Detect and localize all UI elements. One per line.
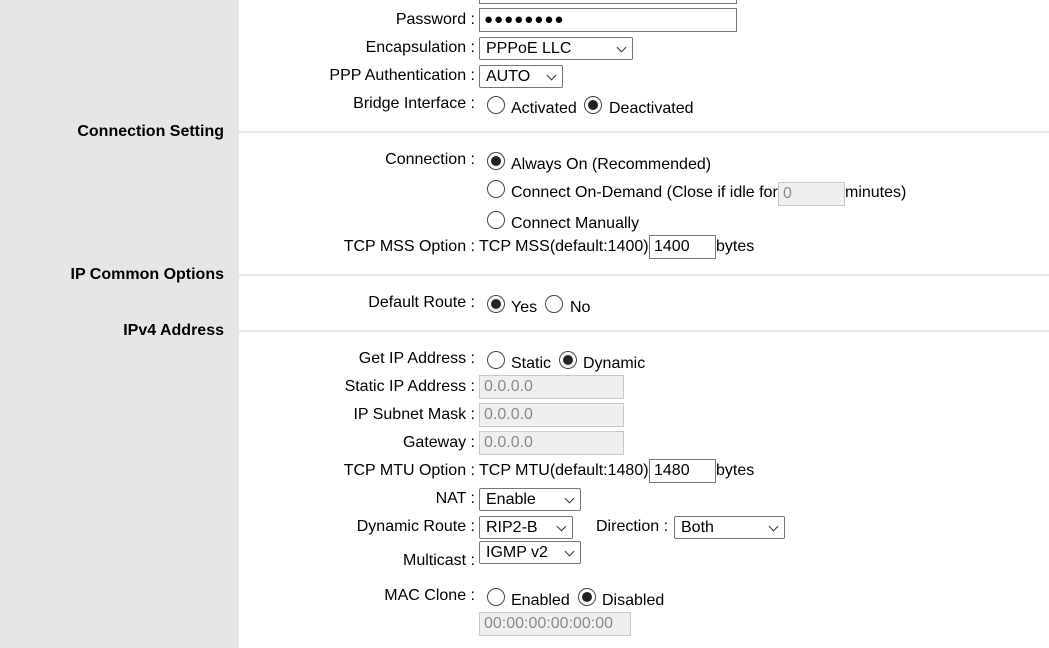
subnet-mask-label: IP Subnet Mask :: [353, 406, 475, 423]
clipped-input[interactable]: [479, 0, 737, 4]
direction-value: Both: [681, 519, 714, 536]
get-ip-dynamic-label: Dynamic: [583, 355, 646, 372]
get-ip-dynamic-radio[interactable]: [559, 351, 577, 369]
get-ip-static-radio[interactable]: [487, 351, 505, 369]
chevron-down-icon: [768, 521, 779, 532]
tcp-mtu-input[interactable]: 1480: [649, 459, 716, 483]
mac-address-input[interactable]: 00:00:00:00:00:00: [479, 612, 631, 636]
dynamic-route-label: Dynamic Route :: [356, 518, 475, 535]
ppp-auth-select[interactable]: AUTO: [479, 65, 563, 88]
static-ip-input[interactable]: 0.0.0.0: [479, 375, 624, 399]
bridge-deactivated-radio[interactable]: [584, 96, 602, 114]
chevron-down-icon: [564, 546, 575, 557]
always-on-radio[interactable]: [487, 152, 505, 170]
default-route-yes-label: Yes: [511, 299, 538, 316]
tcp-mtu-unit: bytes: [716, 462, 755, 479]
default-route-label: Default Route :: [368, 294, 475, 311]
default-route-no-radio[interactable]: [545, 295, 563, 313]
gateway-input[interactable]: 0.0.0.0: [479, 431, 624, 455]
tcp-mss-unit: bytes: [716, 238, 755, 255]
on-demand-label: Connect On-Demand (Close if idle for: [511, 184, 778, 201]
connection-setting-title: Connection Setting: [77, 123, 224, 140]
static-ip-label: Static IP Address :: [344, 378, 475, 395]
minutes-label: minutes): [845, 184, 907, 201]
multicast-label: Multicast :: [402, 552, 475, 569]
default-route-no-label: No: [570, 299, 591, 316]
mac-clone-label: MAC Clone :: [384, 587, 475, 604]
bridge-label: Bridge Interface :: [353, 95, 475, 112]
ppp-auth-value: AUTO: [486, 68, 531, 85]
divider: [239, 330, 1049, 332]
connect-manually-radio[interactable]: [487, 211, 505, 229]
chevron-down-icon: [546, 70, 557, 81]
on-demand-radio[interactable]: [487, 180, 505, 198]
default-route-yes-radio[interactable]: [487, 295, 505, 313]
chevron-down-icon: [556, 521, 567, 532]
mac-clone-disabled-radio[interactable]: [578, 588, 596, 606]
password-input[interactable]: ●●●●●●●●: [479, 8, 737, 32]
idle-minutes-input[interactable]: 0: [778, 182, 845, 206]
tcp-mss-label: TCP MSS Option :: [343, 238, 475, 255]
ip-common-title: IP Common Options: [70, 266, 224, 283]
password-label: Password :: [395, 11, 475, 28]
subnet-mask-input[interactable]: 0.0.0.0: [479, 403, 624, 427]
dynamic-route-select[interactable]: RIP2-B: [479, 516, 573, 539]
mac-clone-enabled-label: Enabled: [511, 592, 570, 609]
bridge-activated-label: Activated: [511, 100, 577, 117]
nat-label: NAT :: [435, 490, 475, 507]
tcp-mss-input[interactable]: 1400: [649, 235, 716, 259]
connection-label: Connection :: [385, 151, 475, 168]
always-on-label: Always On (Recommended): [511, 156, 712, 173]
nat-select[interactable]: Enable: [479, 488, 581, 511]
bridge-deactivated-label: Deactivated: [609, 100, 694, 117]
chevron-down-icon: [616, 42, 627, 53]
divider: [239, 274, 1049, 276]
divider: [239, 131, 1049, 133]
multicast-value: IGMP v2: [486, 544, 548, 561]
direction-label: Direction :: [596, 518, 669, 535]
mac-clone-enabled-radio[interactable]: [487, 588, 505, 606]
get-ip-static-label: Static: [511, 355, 552, 372]
chevron-down-icon: [564, 493, 575, 504]
ipv4-title: IPv4 Address: [123, 322, 224, 339]
encapsulation-label: Encapsulation :: [365, 39, 475, 56]
encapsulation-value: PPPoE LLC: [486, 40, 572, 57]
mac-clone-disabled-label: Disabled: [602, 592, 665, 609]
gateway-label: Gateway :: [402, 434, 475, 451]
tcp-mtu-text: TCP MTU(default:1480): [479, 462, 649, 479]
dynamic-route-value: RIP2-B: [486, 519, 538, 536]
tcp-mtu-label: TCP MTU Option :: [343, 462, 475, 479]
direction-select[interactable]: Both: [674, 516, 785, 539]
nat-value: Enable: [486, 491, 536, 508]
encapsulation-select[interactable]: PPPoE LLC: [479, 37, 633, 60]
tcp-mss-text: TCP MSS(default:1400): [479, 238, 649, 255]
multicast-select[interactable]: IGMP v2: [479, 541, 581, 564]
connect-manually-label: Connect Manually: [511, 215, 640, 232]
get-ip-label: Get IP Address :: [358, 350, 475, 367]
bridge-activated-radio[interactable]: [487, 96, 505, 114]
ppp-auth-label: PPP Authentication :: [329, 67, 475, 84]
